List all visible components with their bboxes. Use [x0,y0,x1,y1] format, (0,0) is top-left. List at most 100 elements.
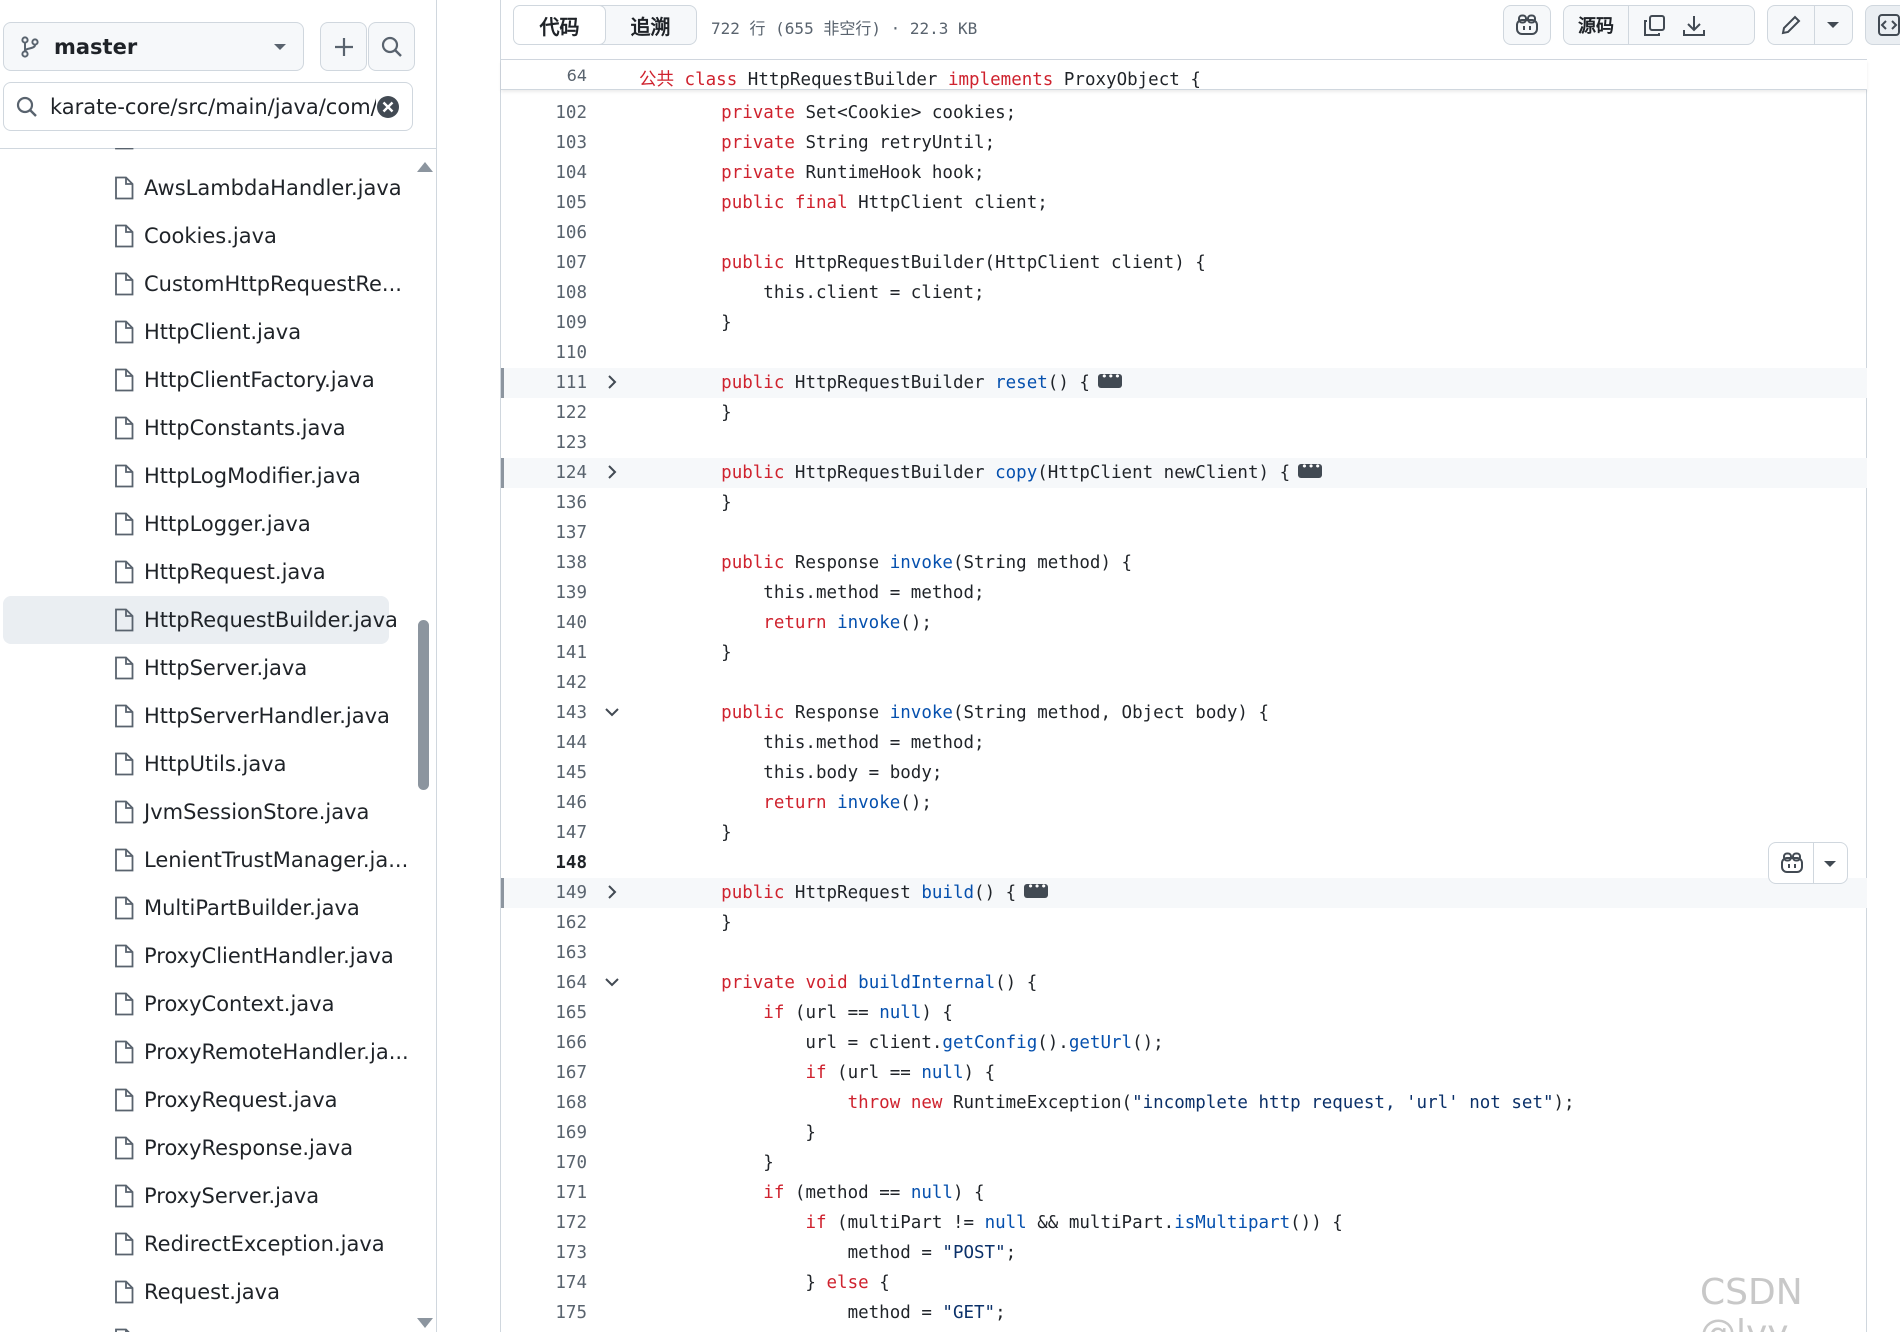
tree-file-item[interactable]: ProxyResponse.java [3,1124,389,1172]
code-text: } [679,1153,774,1173]
line-number[interactable]: 146 [501,793,587,813]
line-number[interactable]: 64 [501,66,587,85]
tree-file-item[interactable]: HttpClient.java [3,308,389,356]
tree-file-item[interactable]: HttpRequestBuilder.java [3,596,398,644]
line-number[interactable]: 123 [501,433,587,453]
expand-ellipsis-button[interactable] [1024,880,1049,898]
line-number[interactable]: 148 [501,853,587,873]
line-number[interactable]: 107 [501,253,587,273]
line-number[interactable]: 102 [501,103,587,123]
line-number[interactable]: 170 [501,1153,587,1173]
tree-file-item[interactable]: ProxyRemoteHandler.ja... [3,1028,409,1076]
expand-ellipsis-button[interactable] [1298,460,1323,478]
tree-file-item[interactable]: ProxyRequest.java [3,1076,389,1124]
chevron-right-icon[interactable] [603,883,621,901]
line-number[interactable]: 110 [501,343,587,363]
symbols-panel-button[interactable] [1865,5,1900,45]
copy-icon[interactable] [1642,14,1666,38]
branch-selector[interactable]: master [3,22,304,71]
tree-file-item[interactable]: HttpServer.java [3,644,389,692]
line-number[interactable]: 175 [501,1303,587,1323]
tab-blame[interactable]: 追溯 [605,6,696,44]
file-filter-box[interactable] [3,82,413,131]
scroll-up-arrow[interactable] [417,162,433,172]
line-number[interactable]: 141 [501,643,587,663]
line-number[interactable]: 124 [501,463,587,483]
tree-file-item[interactable]: HttpRequest.java [3,548,389,596]
line-number[interactable]: 137 [501,523,587,543]
line-number[interactable]: 149 [501,883,587,903]
tree-file-item[interactable]: HttpServerHandler.java [3,692,390,740]
search-files-button[interactable] [368,22,415,71]
line-number[interactable]: 165 [501,1003,587,1023]
line-number[interactable]: 171 [501,1183,587,1203]
line-number[interactable]: 174 [501,1273,587,1293]
code-token: public [721,883,785,903]
line-number[interactable]: 138 [501,553,587,573]
sticky-class-header[interactable]: 64 公共 class HttpRequestBuilder implement… [501,60,1867,90]
line-number[interactable]: 169 [501,1123,587,1143]
tree-file-item[interactable]: MultiPartBuilder.java [3,884,389,932]
tree-file-item[interactable]: RedirectException.java [3,1220,389,1268]
download-icon[interactable] [1682,14,1706,38]
line-number[interactable]: 105 [501,193,587,213]
sidebar-scrollbar-thumb[interactable] [418,620,429,790]
line-number[interactable]: 164 [501,973,587,993]
scroll-down-arrow[interactable] [417,1318,433,1328]
line-number[interactable]: 111 [501,373,587,393]
tree-file-item[interactable] [3,1316,389,1332]
line-number[interactable]: 122 [501,403,587,423]
tree-file-item[interactable]: HttpUtils.java [3,740,389,788]
chevron-down-icon[interactable] [603,973,621,991]
clear-icon[interactable] [376,95,400,119]
chevron-down-icon[interactable] [603,703,621,721]
tree-file-item[interactable] [3,148,389,162]
tree-file-item[interactable]: HttpLogModifier.java [3,452,389,500]
line-number[interactable]: 136 [501,493,587,513]
tree-file-item[interactable]: Request.java [3,1268,389,1316]
pencil-icon[interactable] [1780,14,1802,36]
tab-code[interactable]: 代码 [513,5,606,45]
tree-file-item[interactable]: CustomHttpRequestRe... [3,260,402,308]
line-number[interactable]: 145 [501,763,587,783]
raw-button[interactable]: 源码 [1578,12,1614,38]
chevron-right-icon[interactable] [603,373,621,391]
copilot-button[interactable] [1503,5,1551,45]
tree-file-item[interactable]: AwsLambdaHandler.java [3,164,402,212]
line-number[interactable]: 103 [501,133,587,153]
add-file-button[interactable] [320,22,367,71]
tree-file-item[interactable]: HttpLogger.java [3,500,389,548]
line-number[interactable]: 140 [501,613,587,633]
line-number[interactable]: 143 [501,703,587,723]
line-number[interactable]: 162 [501,913,587,933]
tree-file-item[interactable]: ProxyContext.java [3,980,389,1028]
chevron-right-icon[interactable] [603,463,621,481]
line-number[interactable]: 168 [501,1093,587,1113]
line-number[interactable]: 139 [501,583,587,603]
line-number[interactable]: 142 [501,673,587,693]
tree-file-item[interactable]: Cookies.java [3,212,389,260]
line-number[interactable]: 147 [501,823,587,843]
line-number[interactable]: 104 [501,163,587,183]
file-filter-input[interactable] [50,94,376,119]
line-number[interactable]: 167 [501,1063,587,1083]
expand-ellipsis-button[interactable] [1097,370,1122,388]
copilot-float-button[interactable] [1768,842,1848,884]
line-number[interactable]: 106 [501,223,587,243]
tree-file-item[interactable]: HttpConstants.java [3,404,389,452]
line-number[interactable]: 144 [501,733,587,753]
line-number[interactable]: 109 [501,313,587,333]
tree-file-item[interactable]: HttpClientFactory.java [3,356,389,404]
tree-file-item[interactable]: ProxyServer.java [3,1172,389,1220]
line-number[interactable]: 163 [501,943,587,963]
line-number[interactable]: 108 [501,283,587,303]
tree-file-item[interactable]: JvmSessionStore.java [3,788,389,836]
line-number[interactable]: 173 [501,1243,587,1263]
line-number[interactable]: 172 [501,1213,587,1233]
caret-down-icon[interactable] [1826,20,1840,30]
tree-file-item[interactable]: ProxyClientHandler.java [3,932,394,980]
line-number[interactable]: 166 [501,1033,587,1053]
tree-file-item[interactable]: LenientTrustManager.ja... [3,836,408,884]
caret-down-icon[interactable] [1823,859,1837,869]
